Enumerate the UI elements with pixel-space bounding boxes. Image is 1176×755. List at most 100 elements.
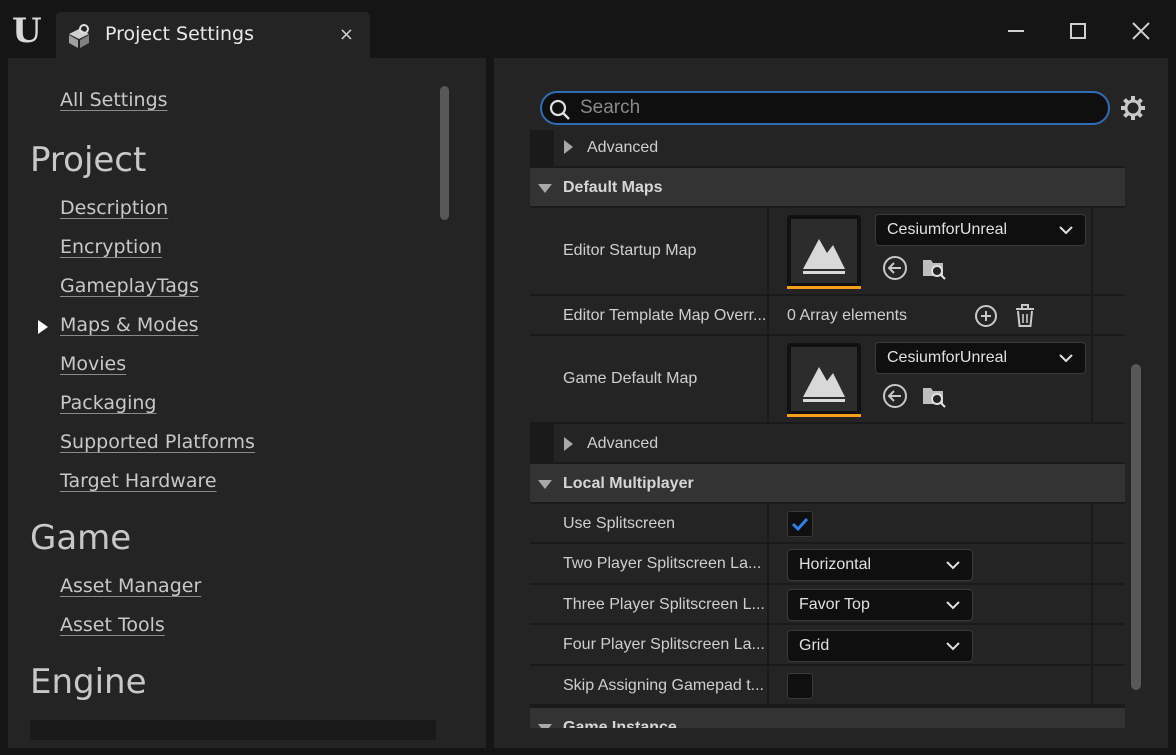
advanced-expander[interactable]: Advanced [554, 424, 1125, 464]
array-count: 0 Array elements [787, 307, 908, 324]
property-row-use-splitscreen: Use Splitscreen [530, 504, 1125, 544]
property-label: Two Player Splitscreen La... [563, 555, 762, 572]
advanced-label: Advanced [587, 139, 659, 156]
checkmark-icon [791, 517, 809, 532]
expand-arrow-icon [564, 437, 573, 451]
property-row-skip-assigning-gamepad: Skip Assigning Gamepad t... [530, 666, 1125, 706]
nav-supported-platforms[interactable]: Supported Platforms [60, 431, 255, 453]
gear-icon[interactable] [1120, 95, 1146, 121]
column-divider [1091, 585, 1093, 625]
three-player-layout-dropdown[interactable]: Favor Top [787, 589, 973, 621]
column-divider[interactable] [767, 504, 769, 544]
nav-packaging[interactable]: Packaging [60, 392, 156, 414]
two-player-layout-dropdown[interactable]: Horizontal [787, 549, 973, 581]
advanced-label: Advanced [587, 435, 659, 452]
close-window-icon[interactable] [1126, 16, 1156, 46]
column-divider [1091, 336, 1093, 424]
property-label: Four Player Splitscreen La... [563, 636, 765, 653]
property-row-four-player-layout: Four Player Splitscreen La... Grid [530, 625, 1125, 666]
use-selected-asset-icon[interactable] [881, 382, 909, 410]
chevron-down-icon [1059, 354, 1073, 363]
property-row-three-player-layout: Three Player Splitscreen L... Favor Top [530, 585, 1125, 625]
collapse-arrow-icon [538, 724, 552, 728]
tab-close-icon[interactable]: × [339, 24, 354, 45]
column-divider[interactable] [767, 625, 769, 666]
thumbnail-accent [787, 414, 861, 417]
dropdown-value: Grid [799, 637, 830, 654]
skip-gamepad-checkbox[interactable] [787, 673, 813, 699]
nav-target-hardware[interactable]: Target Hardware [60, 470, 217, 492]
search-box[interactable] [540, 91, 1110, 125]
settings-cube-icon [69, 24, 89, 48]
trash-icon[interactable] [1011, 302, 1039, 330]
section-project: Project [30, 140, 147, 180]
property-label: Game Default Map [563, 370, 698, 387]
search-input[interactable] [580, 95, 1100, 121]
dropdown-value: CesiumforUnreal [887, 221, 1008, 238]
details-scrollbar[interactable] [1131, 364, 1141, 690]
category-label: Default Maps [563, 179, 663, 196]
dropdown-value: CesiumforUnreal [887, 349, 1008, 366]
nav-encryption[interactable]: Encryption [60, 236, 162, 258]
map-thumbnail[interactable] [787, 215, 861, 289]
nav-asset-tools[interactable]: Asset Tools [60, 614, 165, 636]
four-player-layout-dropdown[interactable]: Grid [787, 630, 973, 662]
property-label: Editor Template Map Overr... [563, 307, 767, 324]
tab-title: Project Settings [105, 23, 254, 45]
category-local-multiplayer[interactable]: Local Multiplayer [530, 464, 1125, 504]
property-label: Use Splitscreen [563, 515, 676, 532]
details-view: Advanced Default Maps Editor Startup Map [530, 130, 1125, 728]
column-divider[interactable] [767, 585, 769, 625]
use-selected-asset-icon[interactable] [881, 254, 909, 282]
property-row-game-default-map: Game Default Map CesiumforUnreal [530, 336, 1125, 424]
advanced-expander[interactable]: Advanced [554, 130, 1125, 168]
column-divider [1091, 625, 1093, 666]
title-bar: U Project Settings × [0, 0, 1176, 58]
map-asset-icon [803, 367, 845, 402]
nav-asset-manager[interactable]: Asset Manager [60, 575, 201, 597]
scroll-fade [30, 720, 436, 740]
chevron-down-icon [946, 601, 960, 610]
browse-asset-icon[interactable] [920, 254, 948, 282]
map-dropdown[interactable]: CesiumforUnreal [875, 214, 1086, 246]
add-element-icon[interactable] [972, 302, 1000, 330]
chevron-down-icon [946, 561, 960, 570]
map-thumbnail[interactable] [787, 343, 861, 417]
chevron-down-icon [946, 642, 960, 651]
panel-splitter[interactable] [486, 58, 494, 748]
property-row-editor-template-map: Editor Template Map Overr... 0 Array ele… [530, 296, 1125, 336]
column-divider[interactable] [767, 544, 769, 585]
maximize-icon[interactable] [1063, 16, 1093, 46]
nav-movies[interactable]: Movies [60, 353, 126, 375]
property-label: Skip Assigning Gamepad t... [563, 677, 764, 694]
browse-asset-icon[interactable] [920, 382, 948, 410]
nav-maps-and-modes[interactable]: Maps & Modes [60, 314, 199, 336]
settings-nav-panel: All Settings Project Description Encrypt… [8, 58, 486, 748]
expand-arrow-icon [564, 140, 573, 154]
nav-scrollbar[interactable] [440, 86, 449, 220]
minimize-icon[interactable] [1001, 16, 1031, 46]
search-icon [549, 99, 570, 120]
unreal-logo-icon: U [12, 11, 42, 51]
column-divider [1091, 504, 1093, 544]
nav-gameplaytags[interactable]: GameplayTags [60, 275, 199, 297]
map-dropdown[interactable]: CesiumforUnreal [875, 342, 1086, 374]
category-game-instance[interactable]: Game Instance [530, 708, 1125, 728]
category-label: Local Multiplayer [563, 475, 694, 492]
use-splitscreen-checkbox[interactable] [787, 511, 813, 537]
tab-project-settings[interactable]: Project Settings × [56, 12, 370, 58]
category-label: Game Instance [563, 719, 677, 728]
property-row-editor-startup-map: Editor Startup Map CesiumforUnreal [530, 208, 1125, 296]
category-default-maps[interactable]: Default Maps [530, 168, 1125, 208]
column-divider[interactable] [767, 666, 769, 706]
column-divider[interactable] [767, 296, 769, 336]
dropdown-value: Favor Top [799, 596, 870, 613]
nav-all-settings[interactable]: All Settings [60, 89, 168, 111]
column-divider[interactable] [767, 336, 769, 424]
property-label: Editor Startup Map [563, 242, 697, 259]
nav-description[interactable]: Description [60, 197, 168, 219]
column-divider[interactable] [767, 208, 769, 296]
property-label: Three Player Splitscreen L... [563, 596, 765, 613]
column-divider [1091, 296, 1093, 336]
dropdown-value: Horizontal [799, 556, 872, 573]
